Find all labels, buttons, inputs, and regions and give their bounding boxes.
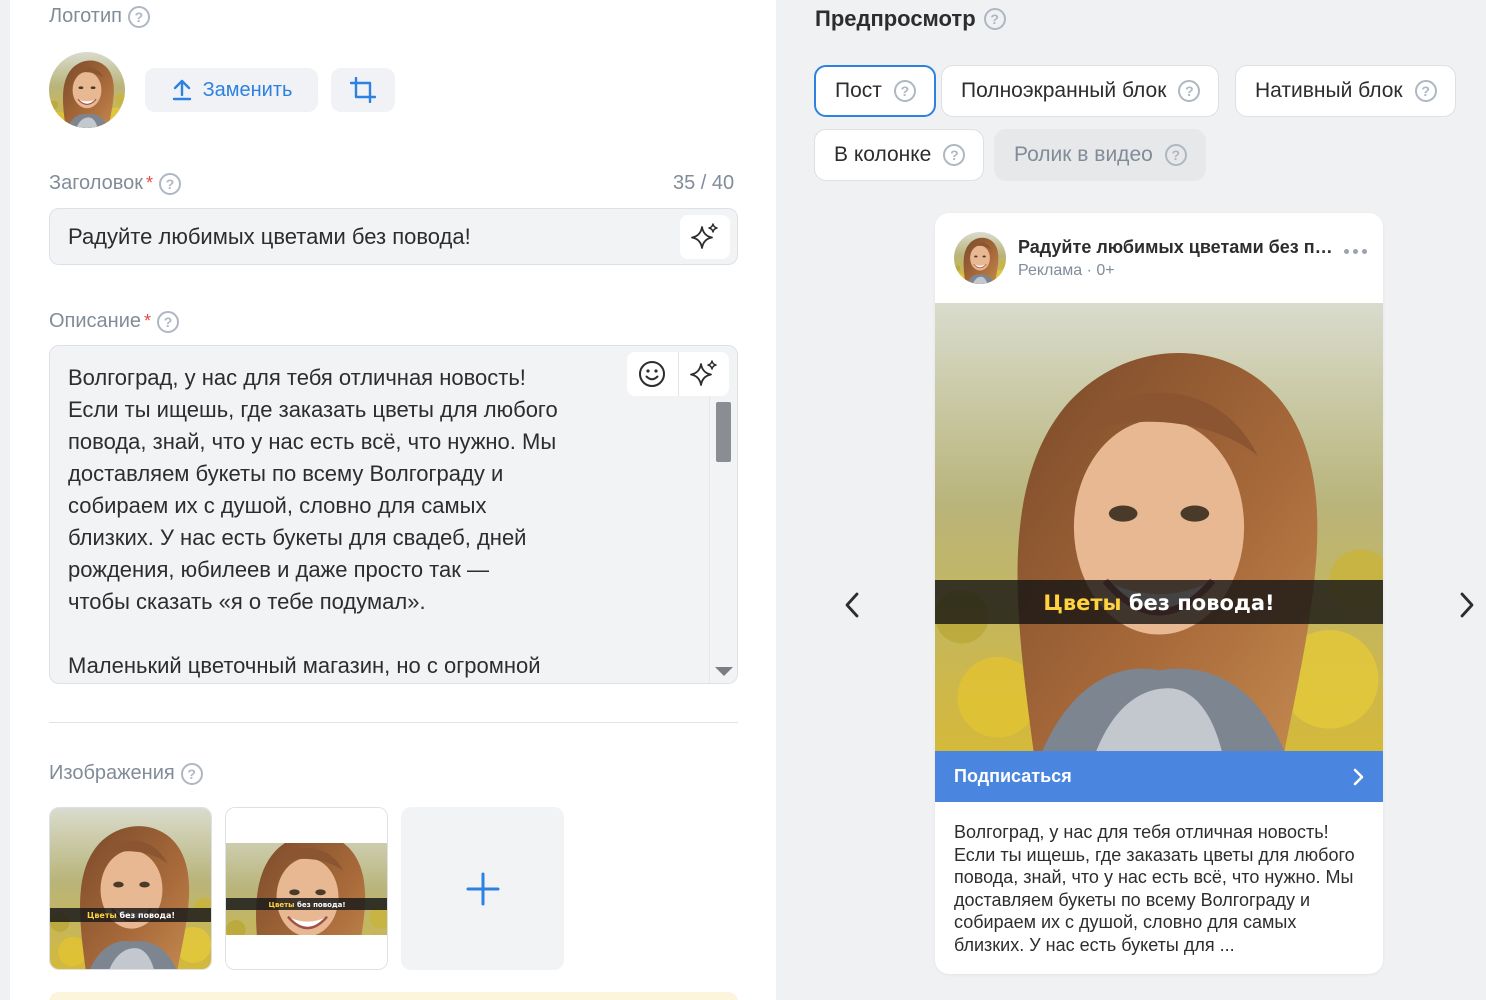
- images-label-text: Изображения: [49, 762, 175, 784]
- card-description: Волгоград, у нас для тебя отличная новос…: [954, 822, 1355, 955]
- title-input-value: Радуйте любимых цветами без повода!: [68, 223, 471, 249]
- sparkle-icon: [689, 360, 717, 386]
- ad-preview-card: Радуйте любимых цветами без повода! Рекл…: [935, 213, 1383, 974]
- chevron-left-icon: [845, 592, 859, 618]
- chevron-right-icon: [1353, 768, 1364, 785]
- help-circle-icon[interactable]: ?: [1164, 144, 1187, 166]
- ai-generate-description-button[interactable]: [678, 352, 729, 396]
- section-divider: [49, 722, 738, 723]
- scroll-down-arrow-icon[interactable]: [715, 667, 733, 676]
- help-circle-icon[interactable]: ?: [157, 310, 180, 333]
- format-tab-label: Ролик в видео: [1014, 143, 1153, 166]
- help-circle-icon[interactable]: ?: [127, 5, 150, 28]
- image-thumb-square[interactable]: Цветы без повода!: [49, 807, 212, 970]
- banner-highlight: Цветы: [1043, 591, 1121, 615]
- description-label: Описание * ?: [49, 310, 180, 333]
- subscribe-button[interactable]: Подписаться: [935, 751, 1383, 802]
- image-thumb-square-preview: Цветы без повода!: [50, 808, 211, 969]
- logo-label: Логотип ?: [49, 5, 150, 28]
- banner-text: Цветы без повода!: [1043, 591, 1274, 615]
- required-mark: *: [144, 311, 152, 331]
- format-tab-label: Нативный блок: [1255, 79, 1403, 102]
- preview-prev-button[interactable]: [837, 590, 867, 620]
- add-image-button[interactable]: [401, 807, 564, 970]
- card-title: Радуйте любимых цветами без повода!: [1018, 237, 1338, 257]
- emoji-icon: [639, 361, 666, 387]
- logo-label-text: Логотип: [49, 5, 122, 27]
- format-tab-video: Ролик в видео ?: [994, 129, 1206, 181]
- card-meta: Реклама · 0+: [1018, 262, 1115, 279]
- title-input[interactable]: Радуйте любимых цветами без повода!: [49, 208, 738, 265]
- left-gutter: [0, 0, 10, 1000]
- description-tools: [627, 352, 729, 396]
- description-label-text: Описание: [49, 310, 142, 332]
- required-mark: *: [146, 173, 154, 193]
- logo-avatar: [49, 52, 125, 128]
- image-thumb-wide[interactable]: Цветы без повода!: [225, 807, 388, 970]
- plus-icon: [466, 872, 499, 905]
- help-circle-icon[interactable]: ?: [159, 172, 182, 195]
- avatar: [954, 232, 1006, 284]
- help-circle-icon[interactable]: ?: [943, 144, 966, 166]
- svg-text:Цветы без повода!: Цветы без повода!: [87, 910, 175, 920]
- title-char-counter: 35 / 40: [673, 172, 735, 194]
- logo-image: [49, 52, 125, 128]
- format-tab-post[interactable]: Пост ?: [814, 65, 936, 117]
- crop-icon: [350, 77, 376, 103]
- sparkle-icon: [691, 223, 718, 249]
- image-thumb-wide-preview: Цветы без повода!: [226, 808, 387, 969]
- ai-generate-title-button[interactable]: [680, 215, 730, 259]
- help-circle-icon[interactable]: ?: [983, 8, 1006, 30]
- card-header: Радуйте любимых цветами без повода! Рекл…: [935, 213, 1383, 303]
- format-tab-label: Полноэкранный блок: [961, 79, 1167, 102]
- preview-next-button[interactable]: [1452, 590, 1482, 620]
- title-label-text: Заголовок: [49, 172, 144, 194]
- title-label: Заголовок * ?: [49, 172, 182, 195]
- format-tab-column[interactable]: В колонке ?: [814, 129, 985, 181]
- preview-title: Предпросмотр ?: [815, 6, 1006, 32]
- description-value: Волгоград, у нас для тебя отличная новос…: [68, 365, 558, 678]
- crop-logo-button[interactable]: [331, 68, 395, 112]
- description-scrollbar[interactable]: [709, 396, 737, 683]
- help-circle-icon[interactable]: ?: [180, 762, 203, 785]
- format-tab-label: Пост: [835, 79, 882, 102]
- notice-banner: [49, 992, 738, 1000]
- images-label: Изображения ?: [49, 762, 203, 785]
- help-circle-icon[interactable]: ?: [1178, 80, 1201, 102]
- card-image: Цветы без повода!: [935, 303, 1383, 751]
- subscribe-label: Подписаться: [954, 766, 1072, 786]
- card-image-preview: Цветы без повода!: [935, 303, 1383, 751]
- format-tab-native[interactable]: Нативный блок ?: [1235, 65, 1456, 117]
- svg-text:Цветы без повода!: Цветы без повода!: [268, 901, 345, 909]
- more-dots-icon[interactable]: [1344, 249, 1367, 254]
- preview-title-text: Предпросмотр: [815, 6, 976, 31]
- scrollbar-thumb[interactable]: [716, 402, 731, 462]
- format-tab-fullscreen[interactable]: Полноэкранный блок ?: [941, 65, 1220, 117]
- format-tab-label: В колонке: [834, 143, 932, 166]
- avatar-image: [954, 232, 1006, 284]
- banner-rest: без повода!: [1122, 591, 1275, 615]
- help-circle-icon[interactable]: ?: [1414, 80, 1437, 102]
- replace-logo-button[interactable]: Заменить: [145, 68, 318, 112]
- help-circle-icon[interactable]: ?: [893, 80, 916, 102]
- chevron-right-icon: [1460, 592, 1474, 618]
- description-textarea[interactable]: Волгоград, у нас для тебя отличная новос…: [49, 345, 738, 684]
- replace-logo-label: Заменить: [202, 78, 293, 101]
- upload-icon: [172, 79, 191, 101]
- emoji-button[interactable]: [627, 352, 678, 396]
